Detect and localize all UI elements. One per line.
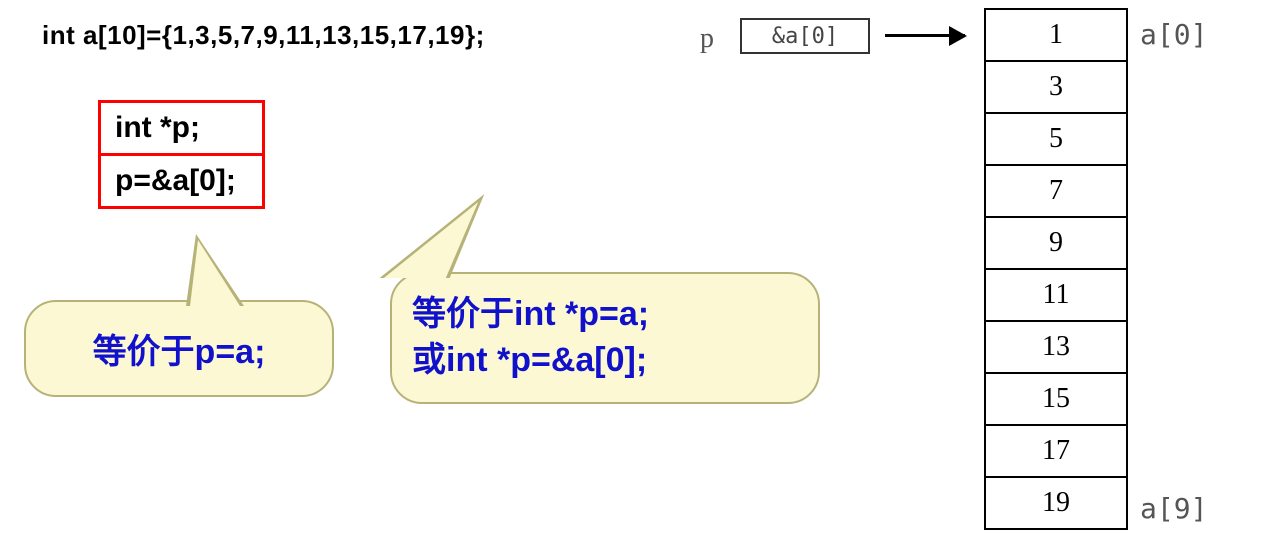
pointer-var-label: p <box>700 23 714 55</box>
pointer-value-box: &a[0] <box>740 18 870 54</box>
array-memory-table: 1 3 5 7 9 11 13 15 17 19 <box>984 8 1128 530</box>
callout-text: 等价于p=a; <box>44 324 314 373</box>
array-cell: 15 <box>985 373 1127 425</box>
array-cell: 11 <box>985 269 1127 321</box>
callout-line: 或int *p=&a[0]; <box>412 338 798 384</box>
callout-equivalent-left: 等价于p=a; <box>24 300 334 397</box>
callout-equivalent-right: 等价于int *p=a; 或int *p=&a[0]; <box>390 272 820 404</box>
array-cell: 3 <box>985 61 1127 113</box>
array-cell: 5 <box>985 113 1127 165</box>
array-cell: 19 <box>985 477 1127 529</box>
array-index-label-first: a[0] <box>1140 18 1207 51</box>
array-cell: 13 <box>985 321 1127 373</box>
pointer-declaration-box: int *p; p=&a[0]; <box>98 100 265 209</box>
callout-line: 等价于int *p=a; <box>412 292 798 338</box>
array-cell: 1 <box>985 9 1127 61</box>
array-cell: 7 <box>985 165 1127 217</box>
code-line: int *p; <box>101 103 262 156</box>
array-index-label-last: a[9] <box>1140 492 1207 525</box>
pointer-arrow <box>885 34 965 37</box>
array-declaration: int a[10]={1,3,5,7,9,11,13,15,17,19}; <box>42 20 485 51</box>
array-cell: 9 <box>985 217 1127 269</box>
code-line: p=&a[0]; <box>101 156 262 206</box>
array-cell: 17 <box>985 425 1127 477</box>
